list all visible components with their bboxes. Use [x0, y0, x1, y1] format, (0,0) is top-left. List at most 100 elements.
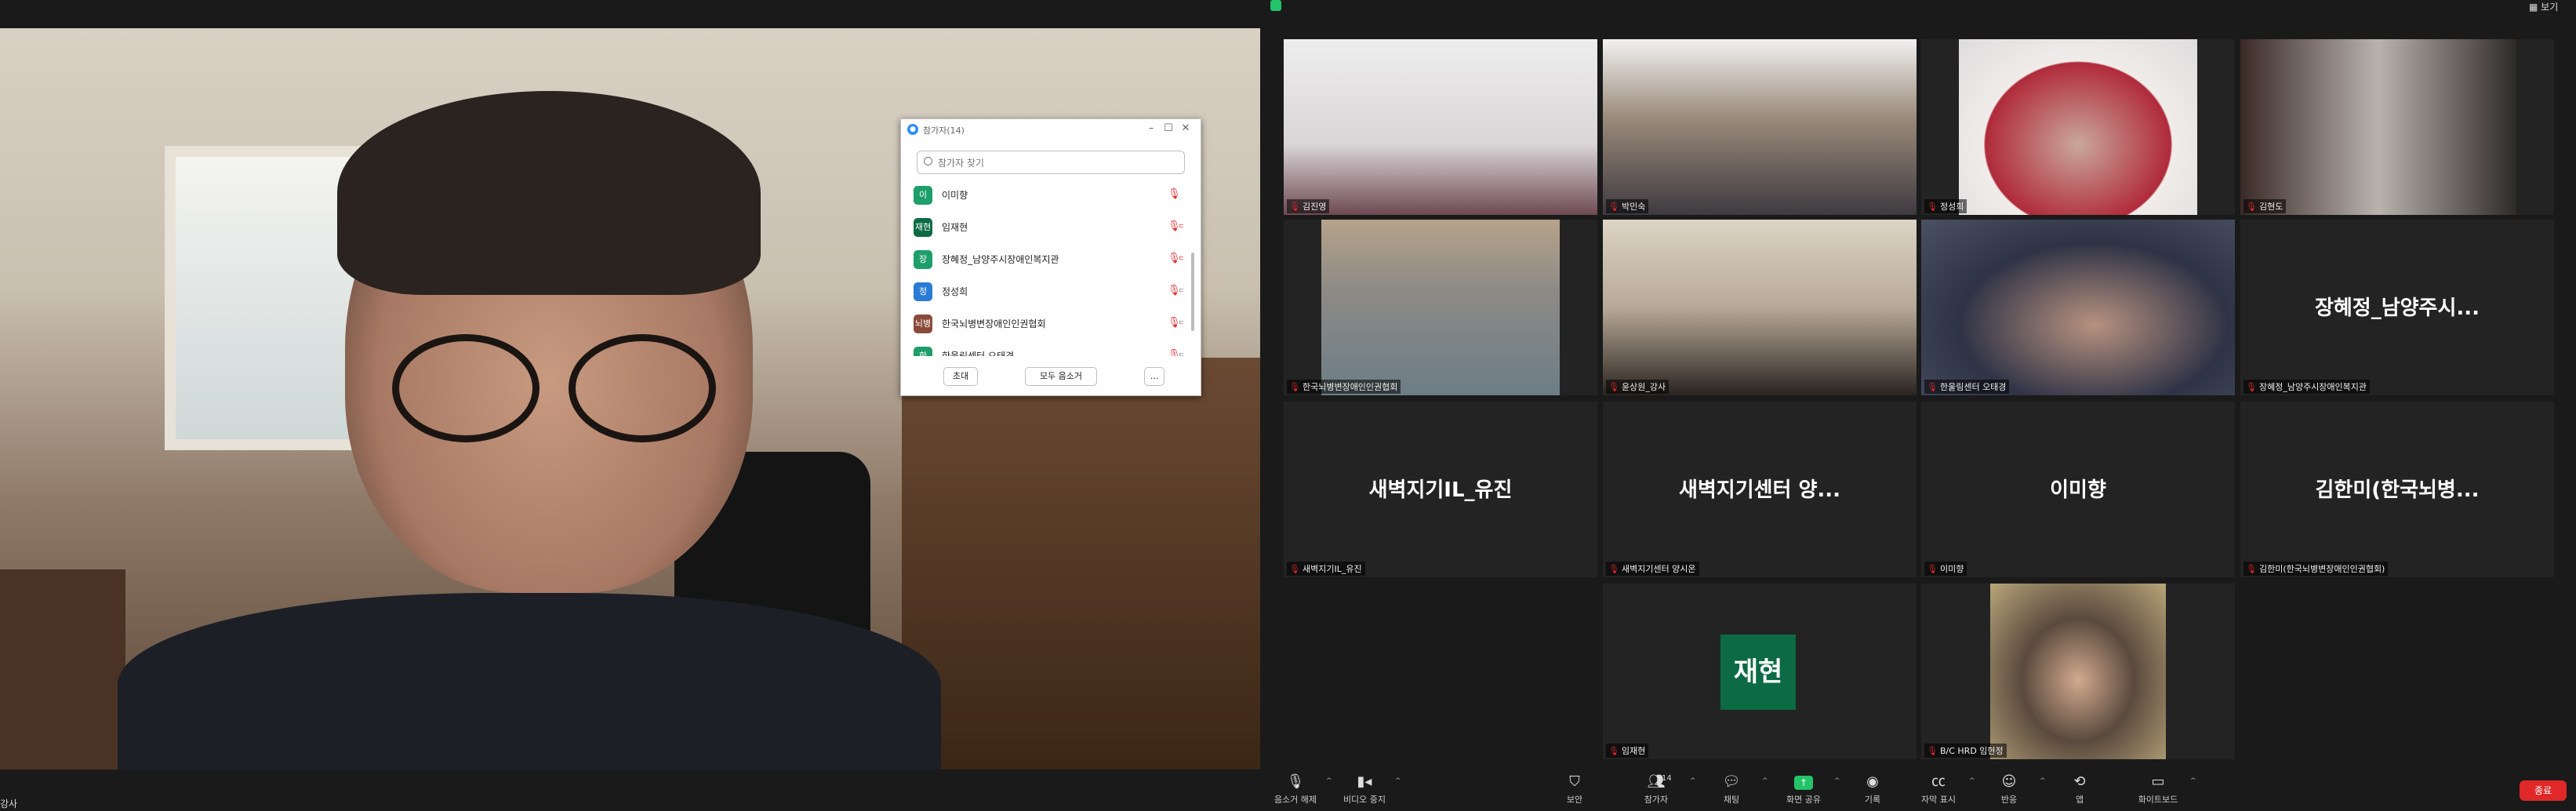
video-tile[interactable]: 새벽지기IL_유진 🎙︎ 새벽지기IL_유진 — [1284, 402, 1597, 577]
video-tile[interactable]: 이미향 🎙︎ 이미향 — [1921, 402, 2235, 577]
video-tile[interactable]: 🎙︎ 김진영 — [1284, 39, 1597, 215]
video-options-caret[interactable]: ^ — [1395, 777, 1401, 785]
apps-button[interactable]: ⟲ 앱 — [2044, 773, 2115, 806]
participant-video — [1603, 39, 1917, 215]
tile-name-label: 🎙︎ B/C HRD 임현정 — [1924, 744, 2007, 758]
record-button[interactable]: ◉ 기록 — [1837, 773, 1908, 806]
tile-name-label: 🎙︎ 임재현 — [1606, 744, 1649, 758]
video-tile[interactable]: 새벽지기센터 양... 🎙︎ 새벽지기센터 양시온 — [1603, 402, 1917, 577]
participants-title: 참가자(14) — [923, 125, 965, 136]
video-tile[interactable]: 🎙︎ 한울림센터 오태경 — [1921, 220, 2235, 395]
participant-video — [1959, 39, 2197, 215]
video-tile[interactable]: 🎙︎ 정성희 — [1921, 39, 2235, 215]
participant-row[interactable]: 한 한울림센터 오태경 🎙︎ ▭ — [912, 340, 1183, 356]
participant-name: 한울림센터 오태경 — [942, 351, 1015, 356]
chat-label: 채팅 — [1723, 795, 1740, 805]
video-tile[interactable]: 🎙︎ 윤상원_강사 — [1603, 220, 1917, 395]
tile-name-label: 🎙︎ 한국뇌병변장애인인권협회 — [1287, 380, 1401, 394]
participant-video — [1284, 39, 1597, 215]
participant-row[interactable]: 이 이미향 🎙︎ — [912, 179, 1183, 211]
video-camera-icon[interactable]: ▭ — [1179, 285, 1183, 295]
video-tile[interactable]: 🎙︎ B/C HRD 임현정 — [1921, 584, 2235, 759]
video-tile[interactable]: 장혜정_남양주시... 🎙︎ 장혜정_남양주시장애인복지관 — [2240, 220, 2554, 395]
tile-name-label: 🎙︎ 이미향 — [1924, 562, 1967, 576]
captions-button[interactable]: ㏄ 자막 표시 — [1903, 773, 1974, 806]
participant-video — [1921, 220, 2235, 395]
speaker-glasses — [376, 334, 716, 442]
participant-display-name: 새벽지기센터 양... — [1678, 478, 1841, 502]
video-tile[interactable]: 🎙︎ 박민숙 — [1603, 39, 1917, 215]
tile-name: 새벽지기센터 양시온 — [1621, 564, 1696, 574]
participant-row[interactable]: 정 정성희 🎙︎ ▭ — [912, 275, 1183, 307]
participant-search-input[interactable] — [936, 155, 1175, 172]
end-meeting-button[interactable]: 종료 — [2520, 780, 2567, 801]
apps-icon: ⟲ — [2073, 773, 2086, 790]
grid-icon: ▦ — [2529, 2, 2538, 13]
tile-name: 한울림센터 오태경 — [1939, 382, 2007, 392]
reactions-button[interactable]: ☺ 반응 — [1974, 773, 2044, 806]
video-tile[interactable]: 김한미(한국뇌병... 🎙︎ 김한미(한국뇌병변장애인인권협회) — [2240, 402, 2554, 577]
mute-all-button[interactable]: 모두 음소거 — [1025, 367, 1097, 386]
participant-list[interactable]: 이 이미향 🎙︎ 재현 임재현 🎙︎ ▭ 장 장혜정_남양주시장애인복지관 🎙︎ ▭ 정 정성희 🎙︎ ▭ 뇌… — [912, 179, 1183, 356]
tile-name: 박민숙 — [1621, 202, 1646, 212]
stop-video-button[interactable]: ▮◂ 비디오 중지 — [1329, 773, 1400, 806]
participants-titlebar[interactable]: ● 참가자(14) – ☐ ✕ — [901, 119, 1201, 140]
muted-microphone-icon: 🎙︎ — [1927, 202, 1938, 212]
participant-avatar: 정 — [914, 282, 932, 301]
participant-list-scrollbar[interactable] — [1191, 253, 1194, 331]
video-tile[interactable]: 🎙︎ 한국뇌병변장애인인권협회 — [1284, 220, 1597, 395]
participant-display-name: 이미향 — [2050, 478, 2106, 502]
participants-button[interactable]: 👥︎ 14 참가자 — [1621, 773, 1691, 806]
view-button[interactable]: ▦ 보기 — [2529, 0, 2558, 13]
participants-count: 14 — [1662, 774, 1672, 783]
participants-panel[interactable]: ● 참가자(14) –☐✕ 이 이미향 🎙︎ 재현 임재현 🎙︎ ▭ 장 장혜정_남양주시장애인… — [900, 118, 1201, 396]
view-label: 보기 — [2541, 2, 2559, 13]
meeting-toolbar: 🎙︎ 음소거 해제 ^ ▮◂ 비디오 중지 ^ ⛉ 보안 👥︎ 14 참가자 ^… — [1260, 769, 2576, 811]
maximize-icon[interactable]: ☐ — [1160, 122, 1177, 134]
minimize-icon[interactable]: – — [1143, 122, 1160, 134]
video-camera-icon[interactable]: ▭ — [1179, 253, 1183, 263]
participants-options-caret[interactable]: ^ — [1690, 777, 1696, 785]
chat-button[interactable]: 💬︎ 채팅 — [1696, 773, 1767, 806]
tile-name-label: 🎙︎ 김현도 — [2244, 199, 2287, 213]
muted-microphone-icon[interactable]: 🎙︎ — [1168, 188, 1181, 200]
window-controls: – ☐ ✕ — [1143, 122, 1194, 134]
smiley-icon: ☺ — [2001, 773, 2017, 790]
participant-search[interactable] — [917, 151, 1185, 174]
invite-button[interactable]: 초대 — [943, 367, 978, 386]
tile-name: B/C HRD 임현정 — [1939, 746, 2004, 756]
tile-name-label: 🎙︎ 장혜정_남양주시장애인복지관 — [2244, 380, 2371, 394]
zoom-logo-icon: ● — [907, 124, 918, 135]
video-camera-icon[interactable]: ▭ — [1179, 220, 1183, 231]
participant-name: 장혜정_남양주시장애인복지관 — [942, 254, 1059, 265]
participant-row[interactable]: 뇌병 한국뇌병변장애인인권협회 🎙︎ ▭ — [912, 307, 1183, 340]
participant-name: 정성희 — [942, 286, 968, 297]
video-camera-icon: ▮◂ — [1357, 773, 1372, 790]
video-camera-icon[interactable]: ▭ — [1179, 317, 1183, 327]
video-tile[interactable]: 재현 🎙︎ 임재현 — [1603, 584, 1917, 759]
participant-row[interactable]: 장 장혜정_남양주시장애인복지관 🎙︎ ▭ — [912, 243, 1183, 275]
participant-avatar: 한 — [914, 347, 932, 356]
participant-avatar: 재현 — [914, 218, 932, 237]
participant-avatar: 장 — [914, 250, 932, 269]
participant-video — [1603, 220, 1917, 395]
participant-avatar: 뇌병 — [914, 315, 932, 333]
video-tile[interactable]: 🎙︎ 김현도 — [2240, 39, 2554, 215]
encryption-shield-icon[interactable] — [1270, 0, 1281, 11]
muted-microphone-icon: 🎙︎ — [1608, 202, 1619, 212]
tile-name-label: 🎙︎ 김진영 — [1287, 199, 1330, 213]
video-camera-icon[interactable]: ▭ — [1179, 349, 1183, 356]
muted-microphone-icon: 🎙︎ — [1289, 382, 1300, 392]
chat-options-caret[interactable]: ^ — [1762, 777, 1768, 785]
participant-display-name: 새벽지기IL_유진 — [1368, 478, 1513, 502]
share-screen-button[interactable]: ↑ 화면 공유 — [1768, 773, 1839, 806]
whiteboard-options-caret[interactable]: ^ — [2190, 777, 2196, 785]
participant-row[interactable]: 재현 임재현 🎙︎ ▭ — [912, 211, 1183, 243]
whiteboard-icon: ▭ — [2151, 773, 2165, 790]
tile-name: 한국뇌병변장애인인권협회 — [1302, 382, 1398, 392]
more-options-button[interactable]: ... — [1144, 367, 1164, 386]
close-icon[interactable]: ✕ — [1177, 122, 1194, 134]
whiteboard-button[interactable]: ▭ 화이트보드 — [2123, 773, 2193, 806]
security-button[interactable]: ⛉ 보안 — [1539, 773, 1610, 806]
unmute-button[interactable]: 🎙︎ 음소거 해제 — [1260, 773, 1331, 806]
